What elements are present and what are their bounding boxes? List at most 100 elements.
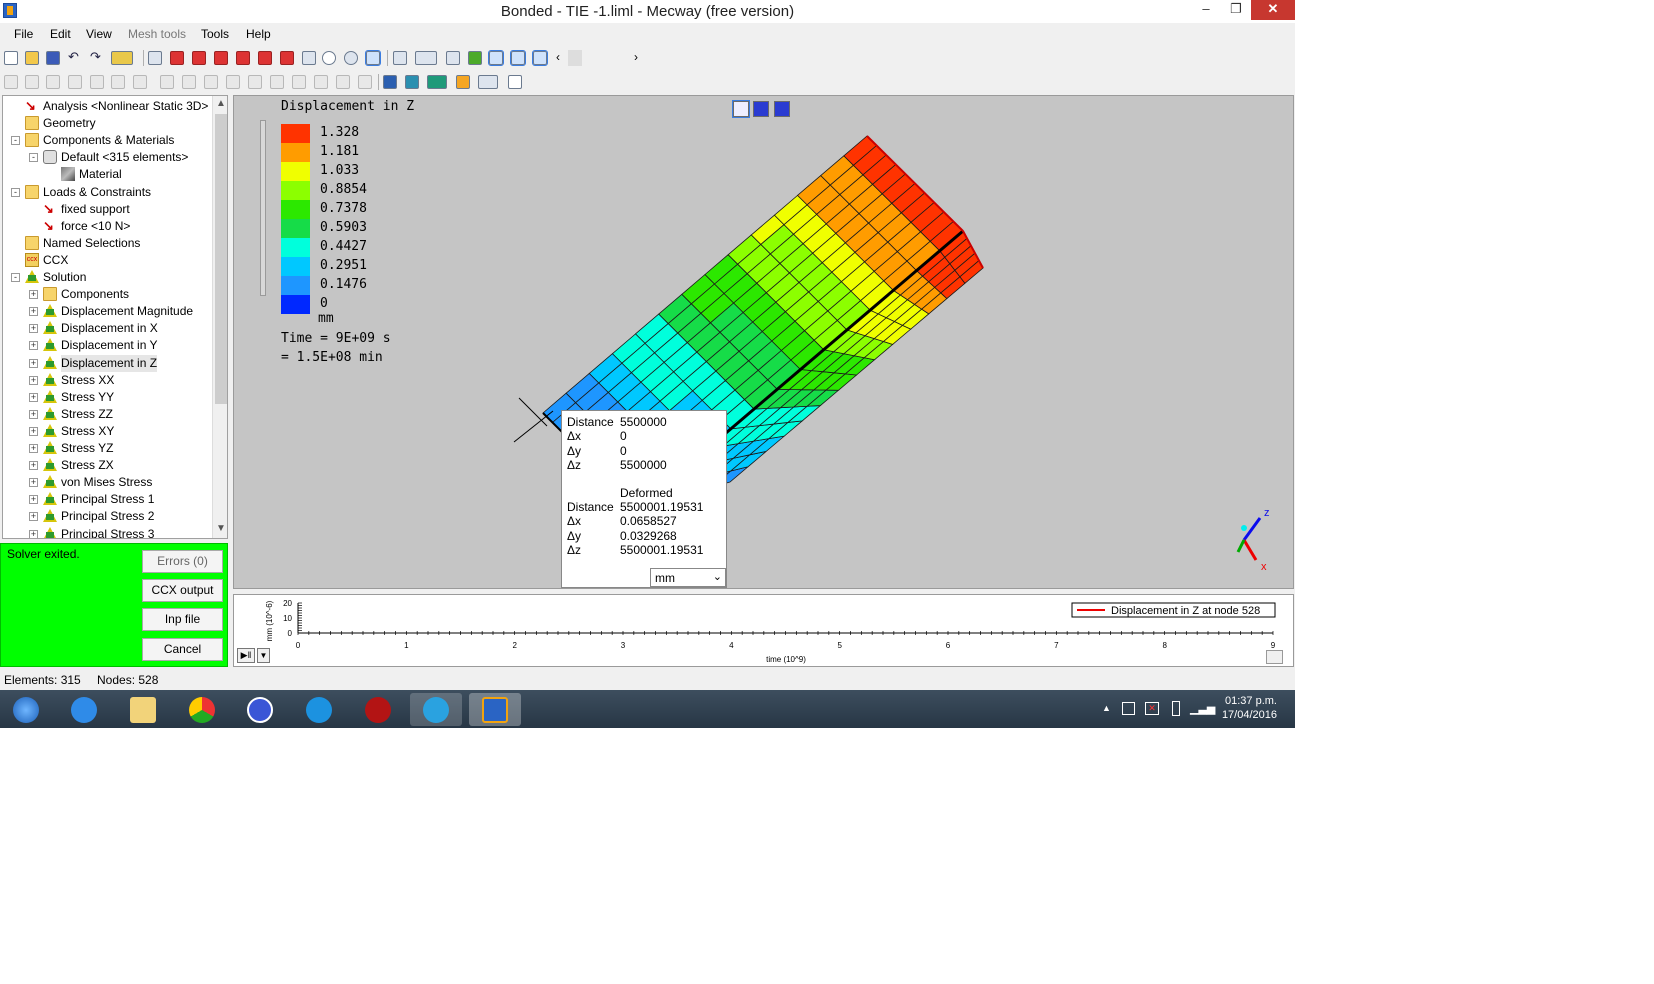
expand-icon[interactable]: +	[29, 495, 38, 505]
line-tool-icon[interactable]	[383, 75, 397, 89]
new-file-icon[interactable]	[4, 51, 18, 65]
expand-icon[interactable]: +	[29, 512, 38, 522]
legend-range-slider[interactable]	[260, 120, 266, 296]
tree-scrollbar[interactable]: ▲ ▼	[212, 96, 227, 538]
minimize-icon[interactable]: –	[1191, 0, 1221, 20]
redo-icon[interactable]: ↷	[90, 50, 104, 65]
app-globe-icon[interactable]	[410, 693, 462, 726]
arc-tool-icon[interactable]	[405, 75, 419, 89]
expand-icon[interactable]: +	[29, 461, 38, 471]
file-explorer-icon[interactable]	[117, 693, 169, 726]
table-icon[interactable]	[508, 75, 522, 89]
view-top-icon[interactable]	[258, 51, 272, 65]
undo-icon[interactable]: ↶	[68, 50, 82, 65]
solid-view-icon[interactable]	[488, 50, 504, 66]
mesh-tool-7-icon[interactable]	[133, 75, 147, 89]
mesh-tool-8-icon[interactable]	[160, 75, 174, 89]
expand-icon[interactable]: +	[29, 375, 38, 385]
menu-tools[interactable]: Tools	[201, 27, 229, 41]
zoom-icon[interactable]	[322, 51, 336, 65]
mesh-tool-10-icon[interactable]	[204, 75, 218, 89]
expand-icon[interactable]: +	[29, 290, 38, 300]
surface-icon[interactable]	[468, 51, 482, 65]
play-pause-button[interactable]: ▶‖	[237, 648, 255, 663]
expand-icon[interactable]: +	[29, 409, 38, 419]
solve-ccx-icon[interactable]	[111, 51, 133, 65]
mesh-tool-1-icon[interactable]	[4, 75, 18, 89]
open-file-icon[interactable]	[25, 51, 39, 65]
mesh-tool-15-icon[interactable]	[314, 75, 328, 89]
mesh-tool-9-icon[interactable]	[182, 75, 196, 89]
internet-explorer-icon[interactable]	[58, 693, 110, 726]
expand-icon[interactable]: +	[29, 529, 38, 538]
maximize-icon[interactable]: ❐	[1221, 0, 1251, 20]
network-error-icon[interactable]: ✕	[1145, 702, 1159, 715]
expand-icon[interactable]: +	[29, 478, 38, 488]
scroll-up-icon[interactable]: ▲	[215, 98, 227, 112]
model-viewport[interactable]: Displacement in Z 1.328 1.181 1.033 0.8854 0…	[233, 95, 1294, 589]
tree-scroll-thumb[interactable]	[215, 114, 227, 404]
expand-icon[interactable]: +	[29, 307, 38, 317]
app-red-icon[interactable]	[352, 693, 404, 726]
rotate-icon[interactable]	[344, 51, 358, 65]
view-outline-icon[interactable]	[732, 100, 750, 118]
scroll-right-icon[interactable]: ›	[634, 50, 638, 64]
expand-icon[interactable]: +	[29, 324, 38, 334]
chrome-icon[interactable]	[176, 693, 228, 726]
mesh-tool-17-icon[interactable]	[358, 75, 372, 89]
view-front-icon[interactable]	[170, 51, 184, 65]
expand-icon[interactable]: +	[29, 392, 38, 402]
mesh-tool-6-icon[interactable]	[111, 75, 125, 89]
unit-select[interactable]: mm ⌄	[650, 568, 726, 587]
scroll-left-icon[interactable]: ‹	[556, 50, 560, 64]
playback-options-icon[interactable]: ▼	[257, 648, 270, 663]
app-blue-compass-icon[interactable]	[234, 693, 286, 726]
collapse-icon[interactable]: -	[11, 136, 20, 146]
deformed-mesh-plot[interactable]	[234, 96, 1294, 589]
view-solid-icon[interactable]	[774, 101, 790, 117]
collapse-icon[interactable]: -	[11, 273, 20, 282]
menu-mesh-tools[interactable]: Mesh tools	[128, 27, 186, 41]
inp-file-button[interactable]: Inp file	[142, 608, 223, 631]
save-icon[interactable]	[46, 51, 60, 65]
toolbar-scroll-thumb[interactable]	[568, 50, 582, 66]
cancel-button[interactable]: Cancel	[142, 638, 223, 661]
mesh-tool-3-icon[interactable]	[46, 75, 60, 89]
graph-plot[interactable]: 0 1 2 3 4 5 6 7 8 9 20 10 0 mm (10^-6) time (10^9) Disp…	[234, 595, 1294, 667]
wireframe-view-icon[interactable]	[510, 50, 526, 66]
expand-icon[interactable]: +	[29, 426, 38, 436]
mesh-tool-11-icon[interactable]	[226, 75, 240, 89]
tray-expand-icon[interactable]: ▲	[1102, 703, 1111, 713]
refine-tool-icon[interactable]	[478, 75, 498, 89]
split-tool-icon[interactable]	[456, 75, 470, 89]
expand-icon[interactable]: +	[29, 341, 38, 351]
mesh-view-icon[interactable]	[532, 50, 548, 66]
collapse-icon[interactable]: -	[29, 153, 38, 163]
mesh-tool-14-icon[interactable]	[292, 75, 306, 89]
collapse-icon[interactable]: -	[11, 187, 20, 197]
expand-icon[interactable]: +	[29, 444, 38, 453]
view-iso-icon[interactable]	[148, 51, 162, 65]
expand-icon[interactable]: +	[29, 358, 38, 368]
view-shaded-icon[interactable]	[753, 101, 769, 117]
select-mode-icon[interactable]	[415, 51, 437, 65]
mesh-tool-4-icon[interactable]	[68, 75, 82, 89]
view-back-icon[interactable]	[192, 51, 206, 65]
start-button[interactable]	[0, 693, 52, 726]
mesh-tool-16-icon[interactable]	[336, 75, 350, 89]
zoom-window-icon[interactable]	[302, 51, 316, 65]
signal-icon[interactable]: ▁▃▅	[1190, 702, 1215, 715]
ccx-output-button[interactable]: CCX output	[142, 579, 223, 602]
view-bottom-icon[interactable]	[280, 51, 294, 65]
battery-icon[interactable]	[1172, 701, 1180, 716]
menu-help[interactable]: Help	[246, 27, 271, 41]
graph-resize-handle[interactable]	[1266, 650, 1283, 664]
errors-button[interactable]: Errors (0)	[142, 550, 223, 573]
clock[interactable]: 01:37 p.m. 17/04/2016	[1222, 694, 1277, 722]
view-right-icon[interactable]	[236, 51, 250, 65]
close-icon[interactable]: ✕	[1251, 0, 1295, 20]
mesh-tool-12-icon[interactable]	[248, 75, 262, 89]
measure-icon[interactable]	[365, 50, 381, 66]
mecway-taskbar-icon[interactable]	[469, 693, 521, 726]
mesh-tool-2-icon[interactable]	[25, 75, 39, 89]
